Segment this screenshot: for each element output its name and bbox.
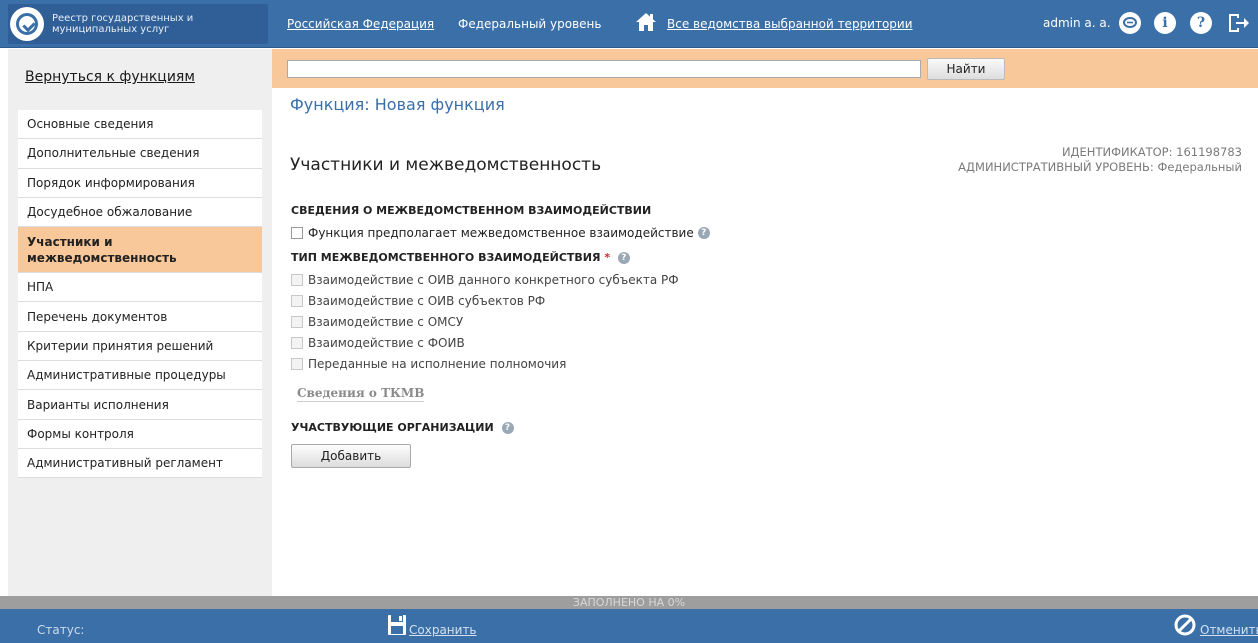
help-icon[interactable]: ? <box>1190 12 1212 34</box>
sidebar-item-participants[interactable]: Участники и межведомственность <box>18 227 262 274</box>
type-option-row: Переданные на исполнение полномочия <box>291 357 566 371</box>
add-button[interactable]: Добавить <box>291 444 411 468</box>
sidebar-item-additional[interactable]: Дополнительные сведения <box>18 139 262 169</box>
type-option-row: Взаимодействие с ОИВ данного конкретного… <box>291 273 679 287</box>
type-checkbox[interactable] <box>291 337 303 349</box>
function-title: Функция: Новая функция <box>290 95 505 114</box>
logo-line-2: муниципальных услуг <box>52 24 170 35</box>
help-icon[interactable]: ? <box>501 422 514 434</box>
sidebar-item-label: Основные сведения <box>27 117 154 132</box>
exit-icon[interactable] <box>1226 12 1250 34</box>
sidebar-item-variants[interactable]: Варианты исполнения <box>18 390 262 420</box>
type-option-row: Взаимодействие с ОИВ субъектов РФ <box>291 294 545 308</box>
sidebar-item-criteria[interactable]: Критерии принятия решений <box>18 331 262 362</box>
sidebar-item-label: Формы контроля <box>27 426 134 441</box>
type-option-row: Взаимодействие с ФОИВ <box>291 336 465 350</box>
user-name[interactable]: admin a. a. <box>1043 16 1111 30</box>
footer-bar <box>0 609 1258 643</box>
search-button[interactable]: Найти <box>927 58 1005 80</box>
cancel-icon[interactable] <box>1174 614 1196 636</box>
sidebar-item-label: Порядок информирования <box>27 175 195 190</box>
agencies-link[interactable]: Все ведомства выбранной территории <box>667 17 913 31</box>
save-icon[interactable] <box>387 614 407 636</box>
sidebar-item-label: Досудебное обжалование <box>27 205 193 220</box>
logo-icon <box>10 7 44 41</box>
help-icon[interactable]: ? <box>617 252 630 264</box>
sidebar-menu: Основные сведения Дополнительные сведени… <box>18 110 262 479</box>
sidebar-item-informing[interactable]: Порядок информирования <box>18 168 262 198</box>
interaction-checkbox[interactable] <box>291 227 303 239</box>
orgs-heading-row: УЧАСТВУЮЩИЕ ОРГАНИЗАЦИИ ? <box>291 421 514 434</box>
interaction-checkbox-label: Функция предполагает межведомственное вз… <box>308 226 694 240</box>
interaction-heading: СВЕДЕНИЯ О МЕЖВЕДОМСТВЕННОМ ВЗАИМОДЕЙСТВ… <box>291 204 652 217</box>
home-icon[interactable] <box>635 11 657 33</box>
type-checkbox[interactable] <box>291 295 303 307</box>
type-heading: ТИП МЕЖВЕДОМСТВЕННОГО ВЗАИМОДЕЙСТВИЯ <box>291 251 601 264</box>
sidebar-item-appeal[interactable]: Досудебное обжалование <box>18 197 262 228</box>
status-label: Статус: <box>37 623 85 637</box>
help-icon[interactable]: ? <box>697 227 710 239</box>
orgs-heading: УЧАСТВУЮЩИЕ ОРГАНИЗАЦИИ <box>291 421 494 434</box>
sidebar-item-label: Дополнительные сведения <box>27 146 200 161</box>
level-link[interactable]: Федеральный уровень <box>458 17 601 31</box>
chat-icon[interactable] <box>1119 12 1141 34</box>
sidebar-item-procedures[interactable]: Административные процедуры <box>18 361 262 391</box>
admin-level: АДМИНИСТРАТИВНЫЙ УРОВЕНЬ: Федеральный <box>958 160 1242 174</box>
type-option-label: Взаимодействие с ФОИВ <box>308 336 465 350</box>
logo[interactable]: Реестр государственных и муниципальных у… <box>8 4 268 44</box>
type-checkbox[interactable] <box>291 358 303 370</box>
type-checkbox[interactable] <box>291 316 303 328</box>
section-title: Участники и межведомственность <box>290 155 602 175</box>
logo-text: Реестр государственных и муниципальных у… <box>52 13 193 35</box>
logo-line-1: Реестр государственных и <box>52 13 194 24</box>
type-option-row: Взаимодействие с ОМСУ <box>291 315 463 329</box>
sidebar-item-control[interactable]: Формы контроля <box>18 419 262 449</box>
sidebar-item-label: Критерии принятия решений <box>27 338 214 353</box>
required-mark: * <box>604 251 611 264</box>
type-heading-row: ТИП МЕЖВЕДОМСТВЕННОГО ВЗАИМОДЕЙСТВИЯ * ? <box>291 251 630 264</box>
progress-text: ЗАПОЛНЕНО НА 0% <box>572 596 686 609</box>
tkmv-link[interactable]: Сведения о ТКМВ <box>297 386 425 402</box>
sidebar-item-npa[interactable]: НПА <box>18 273 262 303</box>
sidebar-item-label: Перечень документов <box>27 309 168 324</box>
type-option-label: Взаимодействие с ОИВ данного конкретного… <box>308 273 679 287</box>
sidebar-item-label: Административный регламент <box>27 456 223 471</box>
type-option-label: Взаимодействие с ОМСУ <box>308 315 464 329</box>
sidebar-item-label: Варианты исполнения <box>27 397 169 412</box>
save-button[interactable]: Сохранить <box>409 623 477 637</box>
sidebar-item-label: НПА <box>27 280 54 295</box>
sidebar-item-documents[interactable]: Перечень документов <box>18 302 262 332</box>
cancel-button[interactable]: Отменить <box>1200 623 1258 637</box>
meta-info: ИДЕНТИФИКАТОР: 161198783 АДМИНИСТРАТИВНЫ… <box>958 145 1242 175</box>
sidebar-item-regulation[interactable]: Административный регламент <box>18 448 262 479</box>
type-checkbox[interactable] <box>291 274 303 286</box>
sidebar-item-basic[interactable]: Основные сведения <box>18 110 262 140</box>
type-option-label: Переданные на исполнение полномочия <box>308 357 567 371</box>
interaction-checkbox-row: Функция предполагает межведомственное вз… <box>291 226 710 240</box>
type-option-label: Взаимодействие с ОИВ субъектов РФ <box>308 294 546 308</box>
region-link[interactable]: Российская Федерация <box>287 17 434 31</box>
sidebar-item-label: Административные процедуры <box>27 368 226 383</box>
identifier: ИДЕНТИФИКАТОР: 161198783 <box>1061 145 1242 159</box>
back-to-functions-link[interactable]: Вернуться к функциям <box>25 69 195 85</box>
info-icon[interactable]: i <box>1154 12 1176 34</box>
search-input[interactable] <box>287 60 921 78</box>
sidebar-item-label: Участники и межведомственность <box>27 234 177 265</box>
